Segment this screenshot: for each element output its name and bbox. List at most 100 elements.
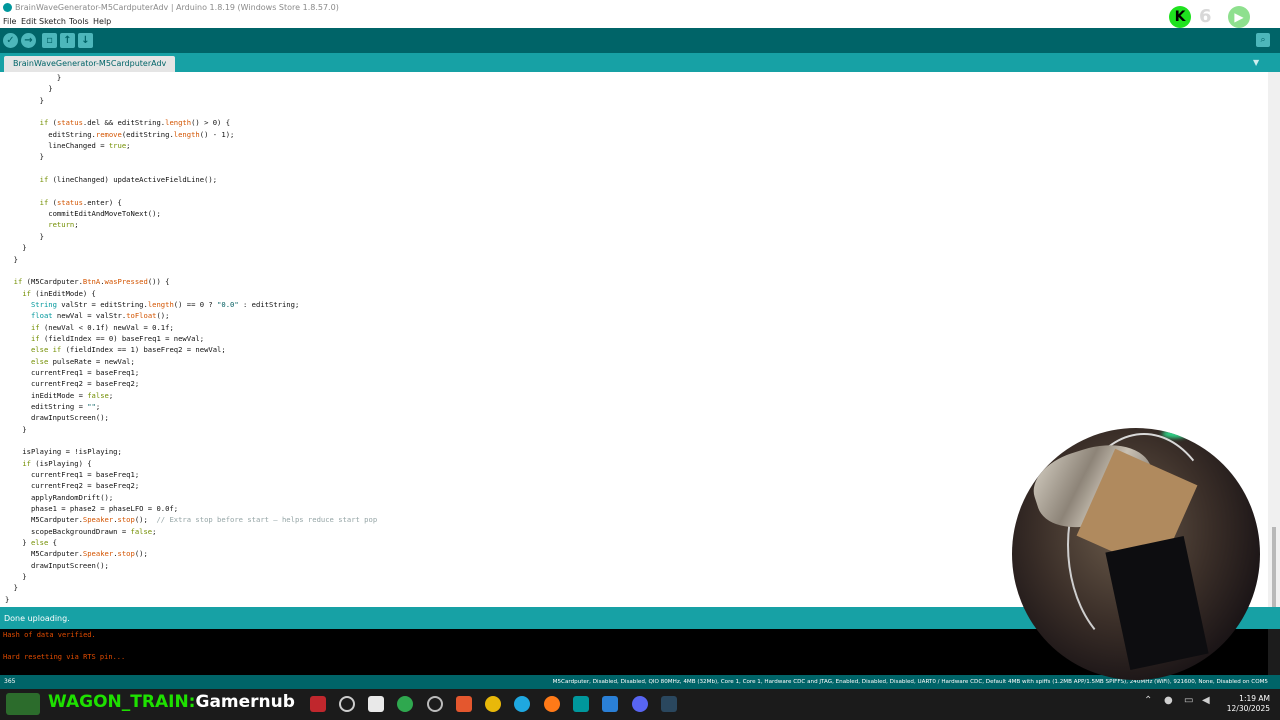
menu-help[interactable]: Help [93,17,111,26]
kick-logo-icon: K [1169,6,1191,28]
status-message: Done uploading. [4,614,70,623]
steam-icon[interactable] [661,696,677,712]
code-line: } [5,152,44,162]
code-line: editString = ""; [5,401,101,411]
code-line: if (fieldIndex == 0) baseFreq1 = newVal; [30,333,205,343]
tab-menu-chevron-down-icon[interactable]: ▼ [1253,58,1259,67]
chevron-up-icon[interactable]: ⌃ [1144,695,1152,706]
menu-sketch[interactable]: Sketch [39,17,66,26]
code-text[interactable]: } } } if (status.del && editString.lengt… [5,72,377,605]
volume-icon[interactable]: ◀ [1202,695,1210,706]
code-line: if (lineChanged) updateActiveFieldLine()… [39,175,218,185]
edge-icon[interactable] [514,696,530,712]
microphone-icon[interactable]: ● [1164,695,1173,706]
discord-icon[interactable] [632,696,648,712]
code-line: M5Cardputer.Speaker.stop(); // Extra sto… [5,515,378,525]
arduino-app-icon [3,3,12,12]
code-line: else if (fieldIndex == 1) baseFreq2 = ne… [30,345,226,355]
tab-bar: BrainWaveGenerator-M5CardputerAdv ▼ [0,53,1280,72]
code-line: if (M5Cardputer.BtnA.wasPressed()) { [13,277,170,287]
board-info-bar: 365 M5Cardputer, Disabled, Disabled, QIO… [0,675,1280,689]
new-file-icon: ▫ [46,35,53,46]
code-line: } [5,231,44,241]
vscode-icon[interactable] [602,696,618,712]
code-line: } else { [5,538,57,548]
tab-sketch[interactable]: BrainWaveGenerator-M5CardputerAdv [4,56,176,72]
terminal-icon[interactable] [368,696,384,712]
arrow-right-icon: → [24,35,33,46]
chrome-icon[interactable] [485,696,501,712]
toolbar: ✓ → ▫ ↑ ↓ ⌕ [0,28,1280,53]
upload-button[interactable]: → [21,33,36,48]
channel-name-a: WAGON_TRAIN: [48,692,196,712]
save-button[interactable]: ↓ [78,33,93,48]
window-title: BrainWaveGenerator-M5CardputerAdv | Ardu… [15,3,339,12]
code-line: float newVal = valStr.toFloat(); [30,311,170,321]
new-button[interactable]: ▫ [42,33,57,48]
code-line: } [5,73,62,82]
code-line: return; [48,220,79,230]
arduino-taskbar-icon[interactable] [573,696,589,712]
six-logo-icon: 6 [1199,6,1212,27]
open-button[interactable]: ↑ [60,33,75,48]
code-line: inEditMode = false; [5,390,114,400]
code-line: if (status.enter) { [39,197,122,207]
console-line: Hash of data verified. [3,631,96,639]
code-line: phase1 = phase2 = phaseLFO = 0.0f; [5,504,179,514]
editor-scrollbar[interactable] [1268,72,1280,657]
settings-gear-icon[interactable] [427,696,443,712]
network-icon[interactable]: ▭ [1184,695,1193,706]
code-line: if (newVal < 0.1f) newVal = 0.1f; [30,322,174,332]
open-arrow-up-icon: ↑ [63,35,72,46]
webcam-overlay [1012,428,1260,680]
clock-time: 1:19 AM [1239,694,1270,703]
menu-tools[interactable]: Tools [69,17,89,26]
channel-name-b: Gamernub [195,692,295,712]
media-app-icon[interactable] [310,696,326,712]
channel-logo-icon [6,693,40,715]
console-scrollbar[interactable] [1268,629,1280,675]
code-line: scopeBackgroundDrawn = false; [5,526,157,536]
save-arrow-down-icon: ↓ [81,35,90,46]
board-config: M5Cardputer, Disabled, Disabled, QIO 80M… [552,679,1268,685]
code-line: } [5,95,44,105]
code-line: currentFreq1 = baseFreq1; [5,367,140,377]
code-line: drawInputScreen(); [5,413,109,423]
taskbar-clock[interactable]: 1:19 AM 12/30/2025 [1227,694,1270,714]
code-line: String valStr = editString.length() == 0… [30,299,300,309]
clock-date: 12/30/2025 [1226,704,1270,713]
code-line: isPlaying = !isPlaying; [5,447,122,457]
code-line: if (isPlaying) { [22,458,92,468]
code-line: } [5,254,18,264]
menu-file[interactable]: File [3,17,16,26]
magnifier-icon: ⌕ [1260,35,1266,45]
window-title-bar: BrainWaveGenerator-M5CardputerAdv | Ardu… [0,0,1280,15]
serial-monitor-button[interactable]: ⌕ [1256,33,1270,47]
menu-edit[interactable]: Edit [21,17,37,26]
code-line: drawInputScreen(); [5,560,109,570]
code-line: if (inEditMode) { [22,288,96,298]
code-line: M5Cardputer.Speaker.stop(); [5,549,148,559]
firefox-icon[interactable] [544,696,560,712]
line-number: 365 [4,678,16,685]
taskbar: WAGON_TRAIN:Gamernub ⌃ ● ▭ ◀ 1:19 AM 12/… [0,689,1280,720]
chrome-canary-icon[interactable] [397,696,413,712]
verify-button[interactable]: ✓ [3,33,18,48]
code-line: currentFreq2 = baseFreq2; [5,379,140,389]
menu-bar: File Edit Sketch Tools Help [0,15,1280,28]
console-line: Hard resetting via RTS pin... [3,653,126,661]
code-line: currentFreq1 = baseFreq1; [5,470,140,480]
code-line: if (status.del && editString.length() > … [39,118,231,128]
code-line: } [5,243,27,253]
code-line: } [5,424,27,434]
obs-icon[interactable] [339,696,355,712]
code-line: } [5,84,53,94]
brave-browser-icon[interactable] [456,696,472,712]
code-line: } [5,572,27,582]
code-line: else pulseRate = newVal; [30,356,135,366]
